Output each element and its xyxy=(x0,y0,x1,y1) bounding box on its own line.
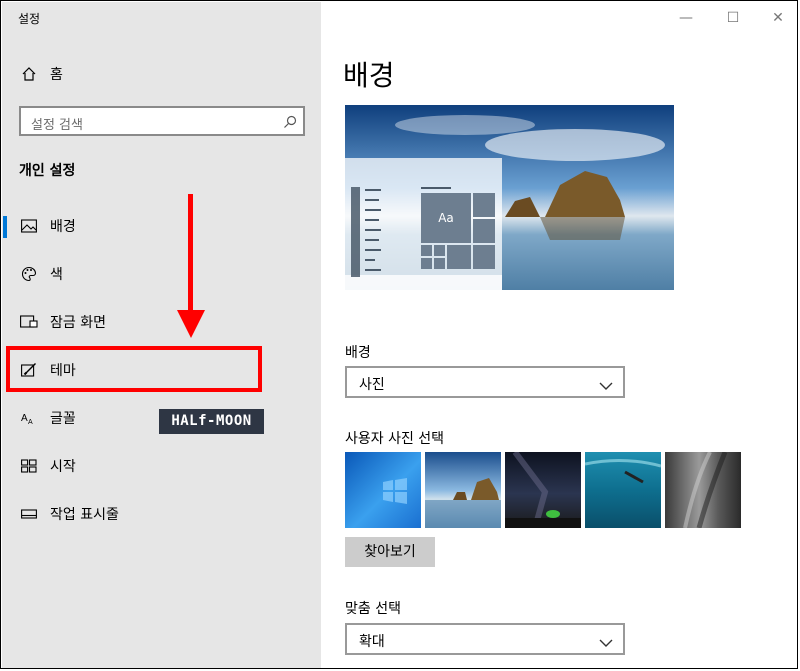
background-label: 배경 xyxy=(345,345,371,361)
annotation-arrow-shaft xyxy=(188,194,193,314)
preview-tile xyxy=(473,193,495,217)
sidebar-item-label: 홈 xyxy=(50,67,63,83)
sidebar-item-start[interactable]: 시작 xyxy=(20,456,76,476)
choose-photo-label: 사용자 사진 선택 xyxy=(345,431,445,447)
minimize-button[interactable]: — xyxy=(671,8,701,28)
picture-icon xyxy=(20,217,38,235)
desktop-preview: Aa xyxy=(345,105,674,290)
sidebar-item-lock-screen[interactable]: 잠금 화면 xyxy=(20,312,106,332)
photo-thumbnail-night-sky[interactable] xyxy=(505,452,581,528)
fit-label: 맞춤 선택 xyxy=(345,601,401,617)
sidebar: 설정 홈 설정 검색 개인 설정 배경 색 잠금 화면 테마 A A 글꼴 시작… xyxy=(2,2,321,668)
chevron-down-icon xyxy=(599,376,613,395)
photo-thumbnail-windows[interactable] xyxy=(345,452,421,528)
svg-text:A: A xyxy=(28,419,33,426)
preview-tile xyxy=(473,245,495,269)
maximize-button[interactable]: ☐ xyxy=(718,8,748,28)
search-input[interactable]: 설정 검색 xyxy=(19,106,305,136)
photo-thumbnail-rock[interactable] xyxy=(665,452,741,528)
home-icon xyxy=(20,65,38,83)
preview-wallpaper xyxy=(345,105,674,290)
dropdown-value: 사진 xyxy=(359,377,385,393)
sidebar-item-background[interactable]: 배경 xyxy=(20,216,76,236)
sidebar-item-label: 시작 xyxy=(50,459,76,475)
preview-start-list xyxy=(351,187,385,281)
preview-tile xyxy=(434,258,445,269)
photo-thumbnail-underwater[interactable] xyxy=(585,452,661,528)
lock-screen-icon xyxy=(20,313,38,331)
sidebar-item-label: 색 xyxy=(50,267,63,283)
browse-button[interactable]: 찾아보기 xyxy=(345,537,435,567)
close-button[interactable]: ✕ xyxy=(763,8,793,28)
chevron-down-icon xyxy=(599,633,613,652)
search-placeholder: 설정 검색 xyxy=(31,118,83,133)
watermark-logo: HALf-MOON xyxy=(159,409,264,434)
selected-indicator xyxy=(3,216,7,238)
search-icon xyxy=(283,114,297,133)
sidebar-item-label: 배경 xyxy=(50,219,76,235)
annotation-highlight-box xyxy=(6,346,262,392)
sidebar-item-home[interactable]: 홈 xyxy=(20,64,63,84)
photo-thumbnail-beach[interactable] xyxy=(425,452,501,528)
sidebar-item-label: 글꼴 xyxy=(50,411,76,427)
preview-tile xyxy=(421,258,432,269)
settings-window: 설정 홈 설정 검색 개인 설정 배경 색 잠금 화면 테마 A A 글꼴 시작… xyxy=(0,0,798,669)
page-title: 배경 xyxy=(343,59,395,92)
fit-dropdown[interactable]: 확대 xyxy=(345,623,625,655)
main-content: — ☐ ✕ 배경 Aa 배경 사진 사용자 사진 선택 찾아보기 맞춤 선택 확… xyxy=(321,2,797,668)
preview-tile xyxy=(421,245,432,256)
sidebar-item-taskbar[interactable]: 작업 표시줄 xyxy=(20,504,119,524)
preview-tile-large: Aa xyxy=(421,193,471,243)
section-title: 개인 설정 xyxy=(19,163,76,179)
sidebar-item-color[interactable]: 색 xyxy=(20,264,63,284)
taskbar-icon xyxy=(20,505,38,523)
dropdown-value: 확대 xyxy=(359,634,385,650)
font-icon: AA xyxy=(20,409,38,427)
background-dropdown[interactable]: 사진 xyxy=(345,366,625,398)
sidebar-item-label: 잠금 화면 xyxy=(50,315,106,331)
preview-group-header xyxy=(421,187,451,189)
palette-icon xyxy=(20,265,38,283)
sidebar-item-label: 작업 표시줄 xyxy=(50,507,119,523)
app-title: 설정 xyxy=(18,12,41,26)
preview-tile xyxy=(434,245,445,256)
annotation-arrow-head xyxy=(177,310,205,338)
sidebar-item-fonts[interactable]: AA 글꼴 xyxy=(20,408,76,428)
preview-tile xyxy=(447,245,471,269)
preview-tile xyxy=(473,219,495,243)
svg-text:A: A xyxy=(21,413,28,424)
start-icon xyxy=(20,457,38,475)
